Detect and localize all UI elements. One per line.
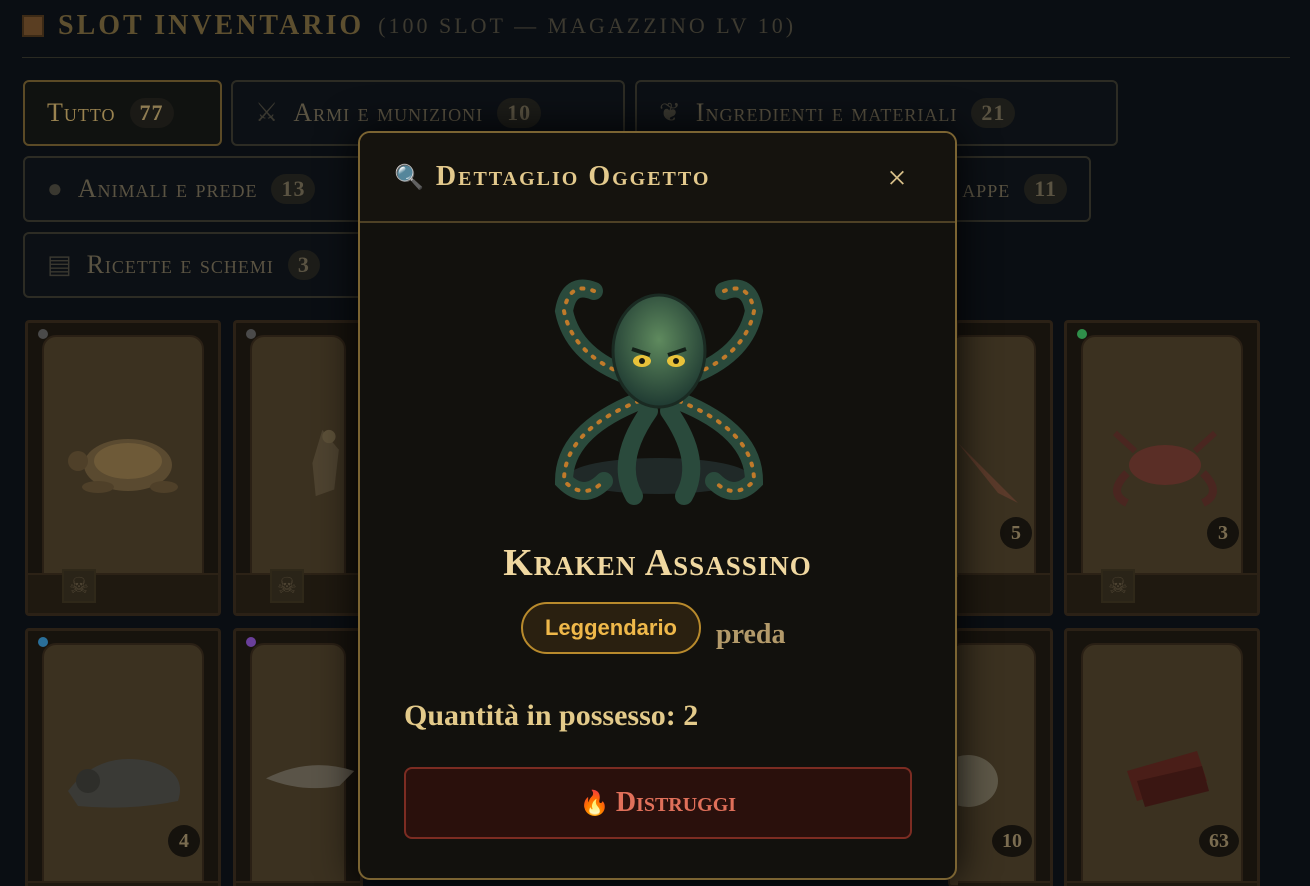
- bird-icon: [958, 443, 1018, 503]
- filter-label: Animali e prede: [77, 174, 258, 203]
- skull-icon: ☠: [1101, 569, 1135, 603]
- modal-title: 🔍 Dettaglio Oggetto: [394, 161, 710, 193]
- crate-icon: [22, 14, 44, 37]
- filter-label: appe: [962, 174, 1011, 203]
- bowl-icon: [958, 755, 998, 807]
- filter-count: 21: [971, 98, 1016, 128]
- destroy-label: Distruggi: [615, 787, 737, 818]
- item-name: Kraken Assassino: [503, 542, 812, 584]
- inventory-subtitle: (100 SLOT — MAGAZZINO LV 10): [378, 12, 797, 38]
- magnifier-icon: 🔍: [394, 164, 426, 191]
- inventory-slot[interactable]: 63: [1064, 628, 1260, 886]
- jerky-icon: [1127, 751, 1209, 807]
- skull-icon: ☠: [62, 569, 96, 603]
- filter-ricette[interactable]: ▤ Ricette e schemi 3: [23, 232, 383, 298]
- inventory-slot[interactable]: 10: [948, 628, 1053, 886]
- quantity-badge: 5: [1000, 517, 1032, 549]
- rarity-gem: [246, 637, 256, 647]
- rarity-gem: [38, 329, 48, 339]
- filter-count: 11: [1024, 174, 1067, 204]
- boar-icon: ●: [47, 174, 64, 203]
- filter-label: Ricette e schemi: [86, 250, 274, 279]
- crab-icon: [1112, 430, 1218, 507]
- filter-label: Ingredienti e materiali: [695, 98, 958, 127]
- rarity-gem: [1077, 329, 1087, 339]
- fire-icon: 🔥: [579, 790, 610, 817]
- filter-count: 13: [271, 174, 316, 204]
- scroll-icon: ▤: [47, 250, 73, 279]
- filter-label: Armi e munizioni: [293, 98, 484, 127]
- filter-animali[interactable]: ● Animali e prede 13: [23, 156, 383, 222]
- iguana-icon: [68, 759, 180, 808]
- rarity-badge: Leggendario: [521, 602, 701, 654]
- item-detail-modal: 🔍 Dettaglio Oggetto × Kraken Assassino L…: [358, 131, 957, 880]
- item-category: preda: [716, 619, 786, 650]
- turtle-icon: [68, 439, 178, 493]
- filter-tutto[interactable]: Tutto 77: [23, 80, 222, 146]
- modal-header: 🔍 Dettaglio Oggetto ×: [360, 133, 955, 223]
- filter-label: Tutto: [47, 98, 116, 127]
- herb-icon: ❦: [659, 98, 682, 127]
- skull-icon: ☠: [270, 569, 304, 603]
- inventory-slot[interactable]: 5: [948, 320, 1053, 616]
- inventory-slot[interactable]: ☠: [25, 320, 221, 616]
- modal-title-text: Dettaglio Oggetto: [435, 161, 711, 192]
- quantity-badge: 3: [1207, 517, 1239, 549]
- filter-count: 77: [129, 98, 174, 128]
- close-icon[interactable]: ×: [879, 161, 915, 197]
- owned-quantity: Quantità in possesso: 2: [404, 699, 699, 732]
- hawk-icon: [312, 429, 339, 497]
- inventory-slot[interactable]: [233, 628, 363, 886]
- quantity-badge: 4: [168, 825, 200, 857]
- inventory-slot[interactable]: 3 ☠: [1064, 320, 1260, 616]
- inventory-slot[interactable]: ☠: [233, 320, 363, 616]
- filter-count: 10: [497, 98, 542, 128]
- inventory-title: SLOT INVENTARIO: [58, 9, 365, 41]
- quantity-badge: 10: [992, 825, 1032, 857]
- rarity-gem: [38, 637, 48, 647]
- inventory-header: SLOT INVENTARIO (100 SLOT — MAGAZZINO LV…: [22, 8, 1290, 58]
- shark-icon: [266, 765, 355, 789]
- rarity-gem: [246, 329, 256, 339]
- inventory-slot[interactable]: 4: [25, 628, 221, 886]
- filter-count: 3: [287, 250, 320, 280]
- kraken-portrait: [554, 279, 764, 505]
- crossed-swords-icon: ⚔: [255, 98, 280, 127]
- destroy-button[interactable]: 🔥 Distruggi: [404, 767, 912, 839]
- quantity-badge: 63: [1199, 825, 1239, 857]
